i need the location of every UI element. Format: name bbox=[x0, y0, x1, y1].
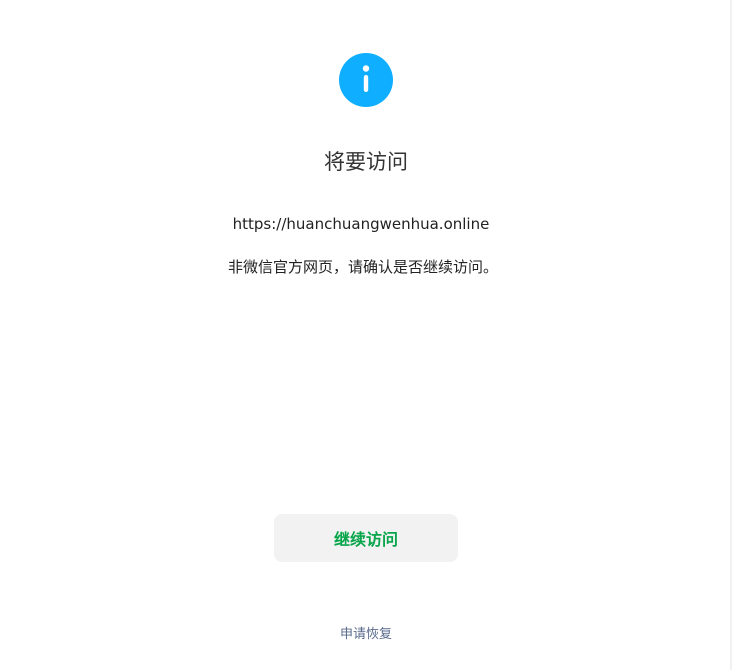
apply-restore-link[interactable]: 申请恢复 bbox=[0, 626, 732, 644]
warning-page: 将要访问 https://huanchuangwenhua.online 非微信… bbox=[0, 0, 732, 670]
target-url: https://huanchuangwenhua.online bbox=[232, 215, 490, 233]
warning-message: 非微信官方网页，请确认是否继续访问。 bbox=[227, 258, 498, 276]
continue-visit-button[interactable]: 继续访问 bbox=[274, 514, 458, 562]
page-title: 将要访问 bbox=[324, 150, 408, 174]
info-icon bbox=[339, 53, 393, 107]
